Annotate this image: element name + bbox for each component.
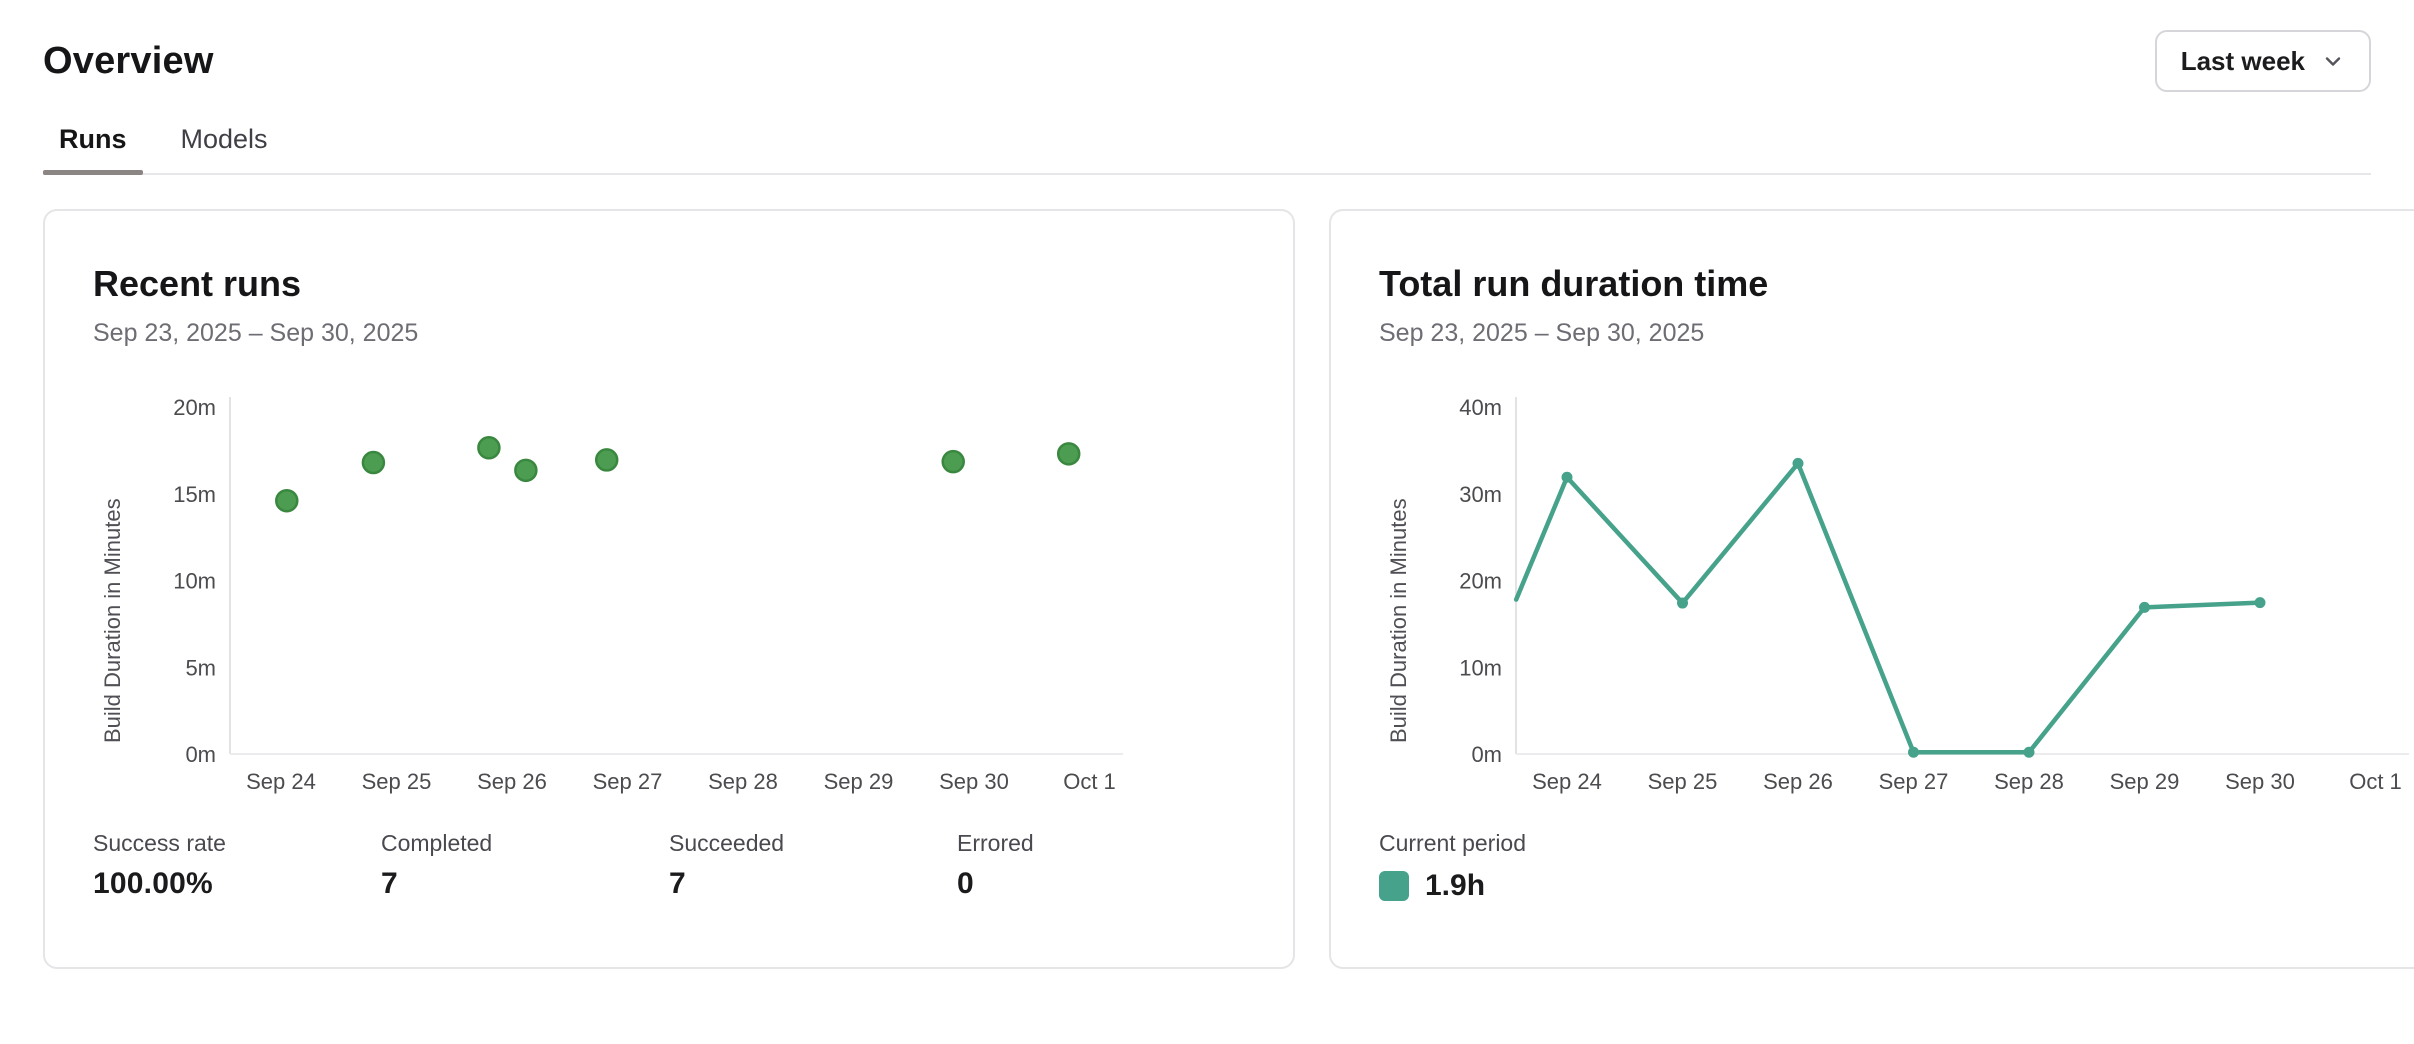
svg-text:30m: 30m [1459,482,1502,507]
stat-label: Errored [957,830,1245,857]
y-axis-label: Build Duration in Minutes [93,392,133,804]
y-axis-label: Build Duration in Minutes [1379,392,1419,804]
svg-text:20m: 20m [173,395,216,420]
stat-value: 7 [669,867,957,901]
tab-bar: Runs Models [43,118,2371,175]
stat-value: 0 [957,867,1245,901]
total-run-duration-card: Total run duration time Sep 23, 2025 – S… [1329,209,2414,969]
svg-text:20m: 20m [1459,569,1502,594]
stat-label: Success rate [93,830,381,857]
period-selector-dropdown[interactable]: Last week [2155,30,2371,92]
stat-value: 100.00% [93,867,381,901]
card-date-range: Sep 23, 2025 – Sep 30, 2025 [93,319,1245,348]
page-header: Overview Last week [43,30,2371,92]
stat-errored: Errored 0 [957,830,1245,901]
tab-runs[interactable]: Runs [43,118,143,173]
stat-completed: Completed 7 [381,830,669,901]
svg-text:Oct 1: Oct 1 [1063,769,1116,794]
svg-text:10m: 10m [173,569,216,594]
svg-text:Sep 27: Sep 27 [593,769,663,794]
svg-text:Sep 26: Sep 26 [1763,769,1833,794]
stat-success-rate: Success rate 100.00% [93,830,381,901]
stat-value: 7 [381,867,669,901]
recent-runs-card: Recent runs Sep 23, 2025 – Sep 30, 2025 … [43,209,1295,969]
svg-text:0m: 0m [1471,742,1502,767]
recent-runs-scatter-chart: 0m 5m 10m 15m 20m Sep 24 Sep 25 Sep 26 Sep 27 Sep… [133,392,1143,804]
svg-text:Sep 28: Sep 28 [708,769,778,794]
svg-text:Sep 30: Sep 30 [939,769,1009,794]
svg-text:15m: 15m [173,482,216,507]
card-title: Recent runs [93,263,1245,305]
page-title: Overview [43,40,214,83]
tab-models[interactable]: Models [165,118,284,173]
svg-text:0m: 0m [185,742,216,767]
run-stats-row: Success rate 100.00% Completed 7 Succeed… [93,830,1245,901]
legend-value: 1.9h [1425,869,1485,903]
chart-legend: Current period 1.9h [1379,830,2414,903]
recent-runs-chart-area: Build Duration in Minutes 0m 5m 10m 15m 20m S… [93,392,1245,804]
svg-text:Sep 25: Sep 25 [1648,769,1718,794]
period-selector-label: Last week [2181,46,2305,77]
card-date-range: Sep 23, 2025 – Sep 30, 2025 [1379,319,2414,348]
total-duration-chart-area: Build Duration in Minutes 0m 10m 20m 30m 40m… [1379,392,2414,804]
stat-succeeded: Succeeded 7 [669,830,957,901]
svg-text:Sep 29: Sep 29 [2110,769,2180,794]
svg-text:Sep 29: Sep 29 [824,769,894,794]
svg-text:40m: 40m [1459,395,1502,420]
stat-label: Completed [381,830,669,857]
svg-text:Sep 24: Sep 24 [246,769,316,794]
svg-text:Sep 26: Sep 26 [477,769,547,794]
legend-swatch [1379,871,1409,901]
chevron-down-icon [2321,49,2345,73]
svg-text:Sep 27: Sep 27 [1879,769,1949,794]
card-title: Total run duration time [1379,263,2414,305]
svg-text:Sep 28: Sep 28 [1994,769,2064,794]
svg-text:Sep 25: Sep 25 [362,769,432,794]
stat-label: Succeeded [669,830,957,857]
svg-text:Sep 30: Sep 30 [2225,769,2295,794]
total-duration-line-chart: 0m 10m 20m 30m 40m Sep 24 Sep 25 Sep 26 Sep 27 Se… [1419,392,2414,804]
dashboard-cards: Recent runs Sep 23, 2025 – Sep 30, 2025 … [43,209,2371,969]
svg-text:Sep 24: Sep 24 [1532,769,1602,794]
legend-entry: 1.9h [1379,869,2414,903]
svg-text:Oct 1: Oct 1 [2349,769,2402,794]
svg-text:5m: 5m [185,655,216,680]
legend-label: Current period [1379,830,2414,857]
svg-text:10m: 10m [1459,655,1502,680]
